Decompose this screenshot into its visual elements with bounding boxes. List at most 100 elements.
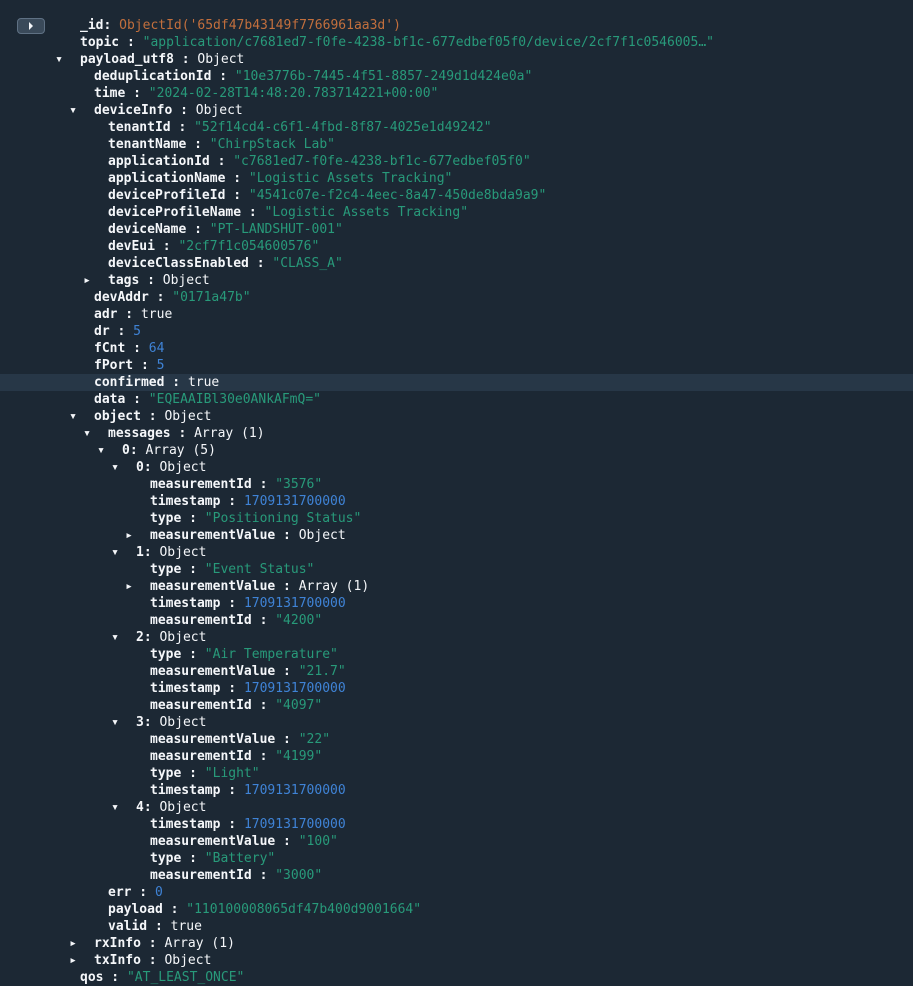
value-type: Object <box>164 952 211 969</box>
value: "Battery" <box>205 850 275 867</box>
caret-down-icon[interactable]: ▾ <box>108 544 122 561</box>
value: "Logistic Assets Tracking" <box>249 170 453 187</box>
key: 4 <box>136 799 144 816</box>
value: true <box>188 374 219 391</box>
caret-right-icon[interactable]: ▸ <box>66 935 80 952</box>
key: measurementId <box>150 697 252 714</box>
value: "ChirpStack Lab" <box>210 136 335 153</box>
field-row-tenantId: tenantId : "52f14cd4-c6f1-4fbd-8f87-4025… <box>0 119 913 136</box>
field-row-deviceClassEnabled: deviceClassEnabled : "CLASS_A" <box>0 255 913 272</box>
field-row-m3: ▾3: Object <box>0 714 913 731</box>
value: 1709131700000 <box>244 595 346 612</box>
field-row-valid: valid : true <box>0 918 913 935</box>
value: "2024-02-28T14:48:20.783714221+00:00" <box>149 85 439 102</box>
key: deviceName <box>108 221 186 238</box>
value: "Air Temperature" <box>205 646 338 663</box>
caret-right-icon[interactable]: ▸ <box>122 578 136 595</box>
value-type: Array (1) <box>299 578 369 595</box>
caret-down-icon[interactable]: ▾ <box>80 425 94 442</box>
field-row-topic: topic : "application/c7681ed7-f0fe-4238-… <box>0 34 913 51</box>
value-type: Object <box>159 714 206 731</box>
value: "110100008065df47b400d9001664" <box>186 901 421 918</box>
field-row-id: _id: ObjectId('65df47b43149f7766961aa3d'… <box>0 17 913 34</box>
value: "0171a47b" <box>172 289 250 306</box>
key: devEui <box>108 238 155 255</box>
value-type: Object <box>163 272 210 289</box>
value: "c7681ed7-f0fe-4238-bf1c-677edbef05f0" <box>233 153 530 170</box>
field-row-m4-measurementValue: measurementValue : "100" <box>0 833 913 850</box>
field-row-m3-measurementValue: measurementValue : "22" <box>0 731 913 748</box>
field-row-m2-measurementId: measurementId : "4097" <box>0 697 913 714</box>
key: valid <box>108 918 147 935</box>
value: "PT-LANDSHUT-001" <box>210 221 343 238</box>
value: "AT_LEAST_ONCE" <box>127 969 244 986</box>
key: measurementValue <box>150 663 275 680</box>
value: 1709131700000 <box>244 680 346 697</box>
caret-down-icon[interactable]: ▾ <box>52 51 66 68</box>
key: applicationId <box>108 153 210 170</box>
value-type: Object <box>159 459 206 476</box>
value: "Light" <box>205 765 260 782</box>
value: true <box>171 918 202 935</box>
field-row-err: err : 0 <box>0 884 913 901</box>
field-row-m2-measurementValue: measurementValue : "21.7" <box>0 663 913 680</box>
field-row-applicationId: applicationId : "c7681ed7-f0fe-4238-bf1c… <box>0 153 913 170</box>
field-row-qos: qos : "AT_LEAST_ONCE" <box>0 969 913 986</box>
key: rxInfo <box>94 935 141 952</box>
key: payload <box>108 901 163 918</box>
key: type <box>150 765 181 782</box>
field-row-deviceInfo: ▾deviceInfo : Object <box>0 102 913 119</box>
caret-down-icon[interactable]: ▾ <box>108 799 122 816</box>
field-row-m0-type: type : "Positioning Status" <box>0 510 913 527</box>
caret-right-icon[interactable]: ▸ <box>66 952 80 969</box>
key: type <box>150 646 181 663</box>
field-row-deviceProfileName: deviceProfileName : "Logistic Assets Tra… <box>0 204 913 221</box>
field-row-m3-type: type : "Light" <box>0 765 913 782</box>
value: "21.7" <box>299 663 346 680</box>
key: deviceProfileId <box>108 187 225 204</box>
field-row-deduplicationId: deduplicationId : "10e3776b-7445-4f51-88… <box>0 68 913 85</box>
field-row-tenantName: tenantName : "ChirpStack Lab" <box>0 136 913 153</box>
value: 5 <box>133 323 141 340</box>
value: "Positioning Status" <box>205 510 362 527</box>
field-row-messages-0: ▾0: Array (5) <box>0 442 913 459</box>
field-row-m3-timestamp: timestamp : 1709131700000 <box>0 782 913 799</box>
key: timestamp <box>150 493 220 510</box>
key: measurementId <box>150 748 252 765</box>
key: data <box>94 391 125 408</box>
caret-down-icon[interactable]: ▾ <box>108 459 122 476</box>
caret-down-icon[interactable]: ▾ <box>94 442 108 459</box>
key: measurementValue <box>150 833 275 850</box>
field-row-fPort: fPort : 5 <box>0 357 913 374</box>
key: measurementId <box>150 612 252 629</box>
value: "Event Status" <box>205 561 315 578</box>
key: applicationName <box>108 170 225 187</box>
value: ObjectId('65df47b43149f7766961aa3d') <box>119 17 401 34</box>
caret-down-icon[interactable]: ▾ <box>108 714 122 731</box>
key: object <box>94 408 141 425</box>
caret-right-icon[interactable]: ▸ <box>122 527 136 544</box>
field-row-txInfo: ▸txInfo : Object <box>0 952 913 969</box>
key: payload_utf8 <box>80 51 174 68</box>
value: 1709131700000 <box>244 816 346 833</box>
field-row-m2: ▾2: Object <box>0 629 913 646</box>
value-type: Object <box>159 799 206 816</box>
key: fCnt <box>94 340 125 357</box>
key: fPort <box>94 357 133 374</box>
key: timestamp <box>150 782 220 799</box>
caret-down-icon[interactable]: ▾ <box>108 629 122 646</box>
field-row-applicationName: applicationName : "Logistic Assets Track… <box>0 170 913 187</box>
value: 5 <box>157 357 165 374</box>
caret-right-icon[interactable]: ▸ <box>80 272 94 289</box>
field-row-data: data : "EQEAAIBl30e0ANkAFmQ=" <box>0 391 913 408</box>
value-type: Object <box>159 544 206 561</box>
key: deduplicationId <box>94 68 211 85</box>
caret-down-icon[interactable]: ▾ <box>66 408 80 425</box>
value: 1709131700000 <box>244 782 346 799</box>
caret-down-icon[interactable]: ▾ <box>66 102 80 119</box>
value: "application/c7681ed7-f0fe-4238-bf1c-677… <box>143 34 714 51</box>
expand-document-button[interactable] <box>17 18 45 34</box>
field-row-m4-type: type : "Battery" <box>0 850 913 867</box>
field-row-m4-timestamp: timestamp : 1709131700000 <box>0 816 913 833</box>
field-row-m4-measurementId: measurementId : "3000" <box>0 867 913 884</box>
